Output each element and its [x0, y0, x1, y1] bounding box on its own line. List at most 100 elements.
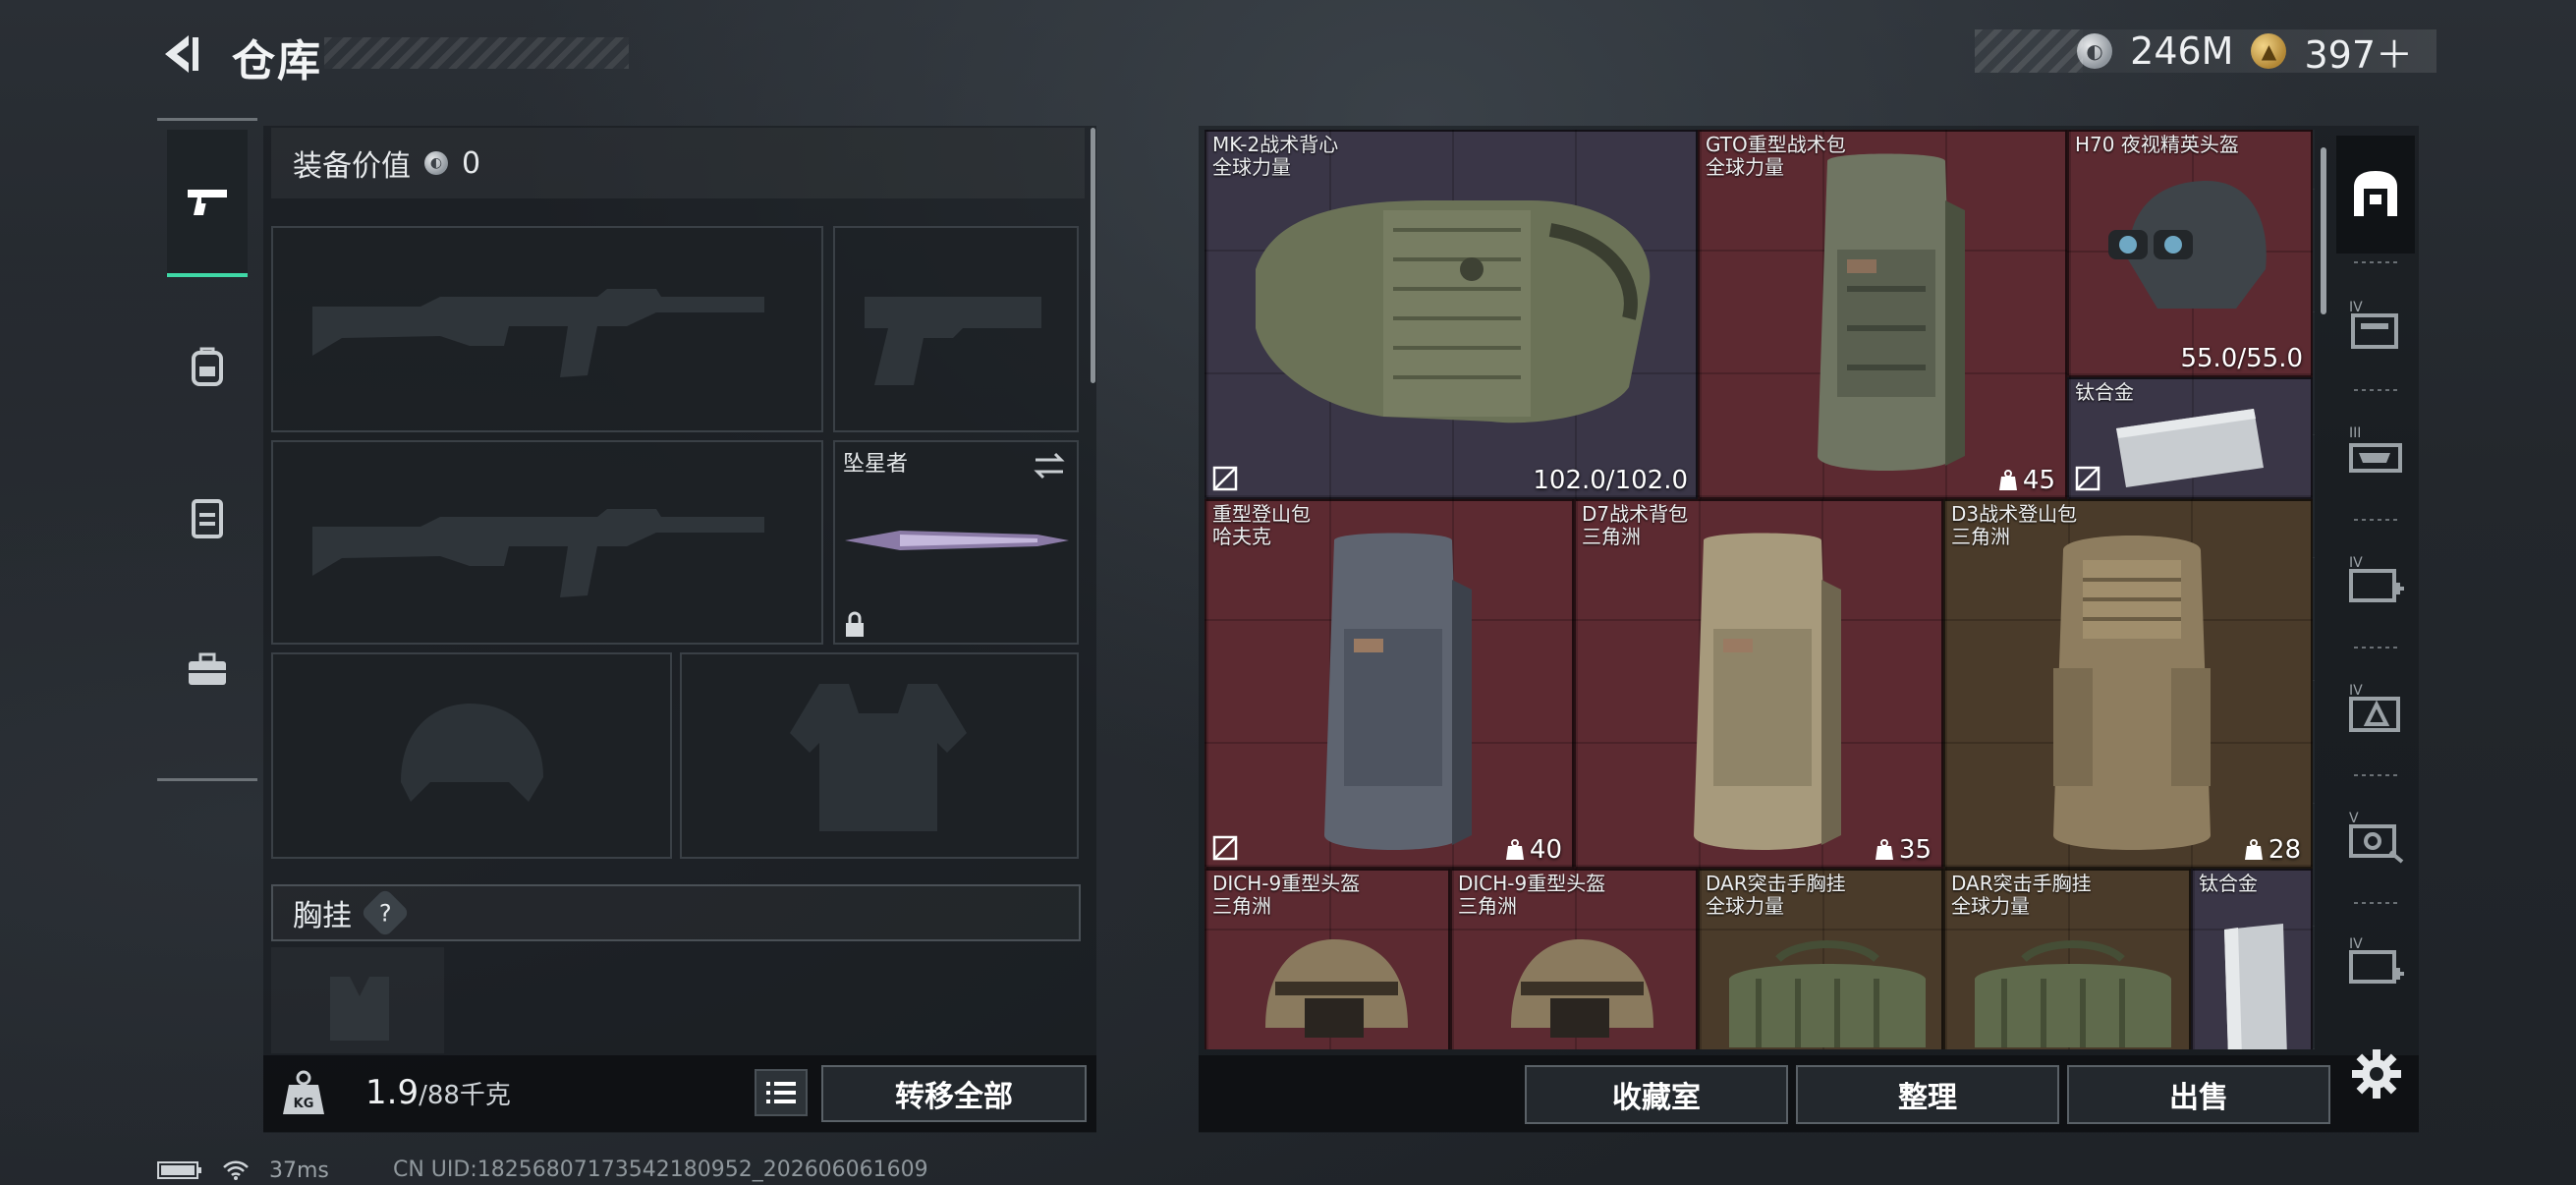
- filter-medical[interactable]: IV: [2344, 548, 2409, 613]
- title-decoration: [324, 37, 629, 69]
- tab-backpack[interactable]: [167, 293, 248, 440]
- gold-currency-value[interactable]: 397＋: [2304, 25, 2413, 79]
- sell-button[interactable]: 出售: [2067, 1065, 2330, 1124]
- list-icon: [766, 1082, 796, 1103]
- filter-divider: [2354, 519, 2399, 521]
- pistol-icon: [188, 190, 227, 215]
- equipment-scrollbar[interactable]: [1091, 128, 1095, 383]
- svg-text:III: III: [2349, 425, 2361, 441]
- primary-weapon-slot[interactable]: [271, 226, 823, 432]
- filter-divider: [2354, 261, 2399, 263]
- titanium-plate-image: [2224, 924, 2287, 1049]
- insured-icon: [1212, 835, 1238, 861]
- item-capacity: 45: [1997, 466, 2055, 495]
- capacity-icon: [1875, 839, 1893, 860]
- storage-scrollbar[interactable]: [2321, 147, 2326, 314]
- tab-armor[interactable]: [167, 444, 248, 592]
- all-items-icon: [2354, 171, 2397, 216]
- storage-item[interactable]: MK-2战术背心 全球力量 102.0/102.0: [1204, 130, 1698, 499]
- ping-value: 37ms: [269, 1157, 329, 1183]
- storage-item[interactable]: DICH-9重型头盔 三角洲: [1204, 869, 1450, 1049]
- item-name: 钛合金: [2075, 380, 2134, 404]
- melee-slot[interactable]: 坠星者: [833, 440, 1079, 645]
- key-case-icon: IV: [2349, 683, 2400, 732]
- page-title: 仓库: [232, 36, 322, 86]
- insured-icon: [1212, 466, 1238, 491]
- item-name: MK-2战术背心 全球力量: [1212, 133, 1339, 179]
- status-bar: 37ms: [157, 1157, 329, 1183]
- weight-icon: KG: [283, 1070, 324, 1114]
- add-case-icon: IV: [2349, 936, 2404, 984]
- gold-coin-icon: ▲: [2251, 33, 2287, 69]
- chest-rig-label: 胸挂: [293, 899, 352, 933]
- filter-weapon-case[interactable]: III: [2344, 419, 2409, 483]
- filter-ammo[interactable]: IV: [2344, 293, 2409, 358]
- storage-item[interactable]: DICH-9重型头盔 三角洲: [1450, 869, 1698, 1049]
- melee-name: 坠星者: [843, 452, 909, 477]
- heavy-helmet-image: [1511, 939, 1653, 1038]
- titanium-plate-image: [2116, 409, 2264, 487]
- transfer-all-button[interactable]: 转移全部: [821, 1065, 1087, 1122]
- carry-weight-value: 1.9: [365, 1073, 420, 1112]
- filter-add[interactable]: IV: [2344, 930, 2409, 994]
- carry-weight: 1.9/88千克: [365, 1073, 511, 1112]
- svg-text:KG: KG: [294, 1097, 314, 1111]
- storage-grid: MK-2战术背心 全球力量 102.0/102.0 GTO重型战术包 全球力量 45…: [1204, 130, 2315, 1049]
- pistol-silhouette-icon: [865, 297, 1041, 385]
- storage-item[interactable]: DAR突击手胸挂 全球力量: [1698, 869, 1943, 1049]
- storage-item[interactable]: 钛合金: [2191, 869, 2313, 1049]
- back-button[interactable]: [155, 29, 204, 79]
- gear-icon[interactable]: [2348, 1045, 2405, 1102]
- svg-text:IV: IV: [2349, 555, 2363, 571]
- equipment-value-label: 装备价值: [293, 149, 411, 184]
- item-name: DICH-9重型头盔 三角洲: [1212, 872, 1361, 918]
- secondary-weapon-slot[interactable]: [271, 440, 823, 645]
- weapon-case-icon: III: [2349, 425, 2402, 473]
- currency-bar: ◐ 246M ▲ 397＋: [1975, 29, 2436, 77]
- list-view-button[interactable]: [755, 1069, 808, 1116]
- medical-case-icon: IV: [2349, 555, 2404, 602]
- filter-vault[interactable]: V: [2344, 804, 2409, 869]
- helmet-silhouette-icon: [401, 704, 543, 802]
- filter-divider: [2354, 647, 2399, 649]
- organize-button[interactable]: 整理: [1796, 1065, 2059, 1124]
- swap-icon[interactable]: [1032, 450, 1067, 481]
- svg-text:V: V: [2349, 811, 2359, 826]
- item-name: DAR突击手胸挂 全球力量: [1706, 872, 1846, 918]
- night-vision-helmet-image: [2108, 181, 2267, 309]
- svg-text:IV: IV: [2349, 936, 2363, 952]
- helmet-slot[interactable]: [271, 652, 672, 859]
- chest-rig-slot[interactable]: [271, 947, 444, 1053]
- filter-key[interactable]: IV: [2344, 676, 2409, 741]
- item-durability: 102.0/102.0: [1533, 466, 1688, 495]
- storage-item[interactable]: D7战术背包 三角洲 35: [1574, 499, 1943, 869]
- tab-equipment[interactable]: [167, 595, 248, 743]
- equipment-value: 0: [462, 145, 481, 181]
- carry-weight-capacity: /88千克: [419, 1081, 511, 1110]
- tab-weapons[interactable]: [167, 130, 248, 277]
- item-name: 钛合金: [2199, 872, 2258, 895]
- storage-item[interactable]: GTO重型战术包 全球力量 45: [1698, 130, 2067, 499]
- toolbox-icon: [189, 652, 226, 685]
- storage-item[interactable]: DAR突击手胸挂 全球力量: [1943, 869, 2191, 1049]
- svg-text:IV: IV: [2349, 300, 2363, 315]
- chest-rig-image: [1729, 940, 1926, 1047]
- storage-filter-rail: IV III IV IV V IV: [2336, 136, 2417, 1049]
- chest-rig-header: 胸挂 ?: [271, 884, 1081, 941]
- collection-room-button[interactable]: 收藏室: [1525, 1065, 1788, 1124]
- knife-icon: [845, 531, 1069, 550]
- armor-slot[interactable]: [680, 652, 1079, 859]
- currency-decoration: [1975, 29, 2083, 73]
- storage-item[interactable]: 钛合金: [2067, 377, 2313, 499]
- rail-divider: [157, 778, 257, 781]
- vest-icon: [192, 499, 223, 538]
- help-icon[interactable]: ?: [360, 887, 411, 938]
- storage-item[interactable]: D3战术登山包 三角洲 28: [1943, 499, 2313, 869]
- filter-all[interactable]: [2336, 136, 2415, 254]
- storage-item[interactable]: H70 夜视精英头盔 55.0/55.0: [2067, 130, 2313, 377]
- storage-item[interactable]: 重型登山包 哈夫克 40: [1204, 499, 1574, 869]
- insured-icon: [2075, 466, 2100, 491]
- sidearm-slot[interactable]: [833, 226, 1079, 432]
- wifi-icon: [223, 1160, 249, 1180]
- capacity-icon: [1998, 470, 2017, 490]
